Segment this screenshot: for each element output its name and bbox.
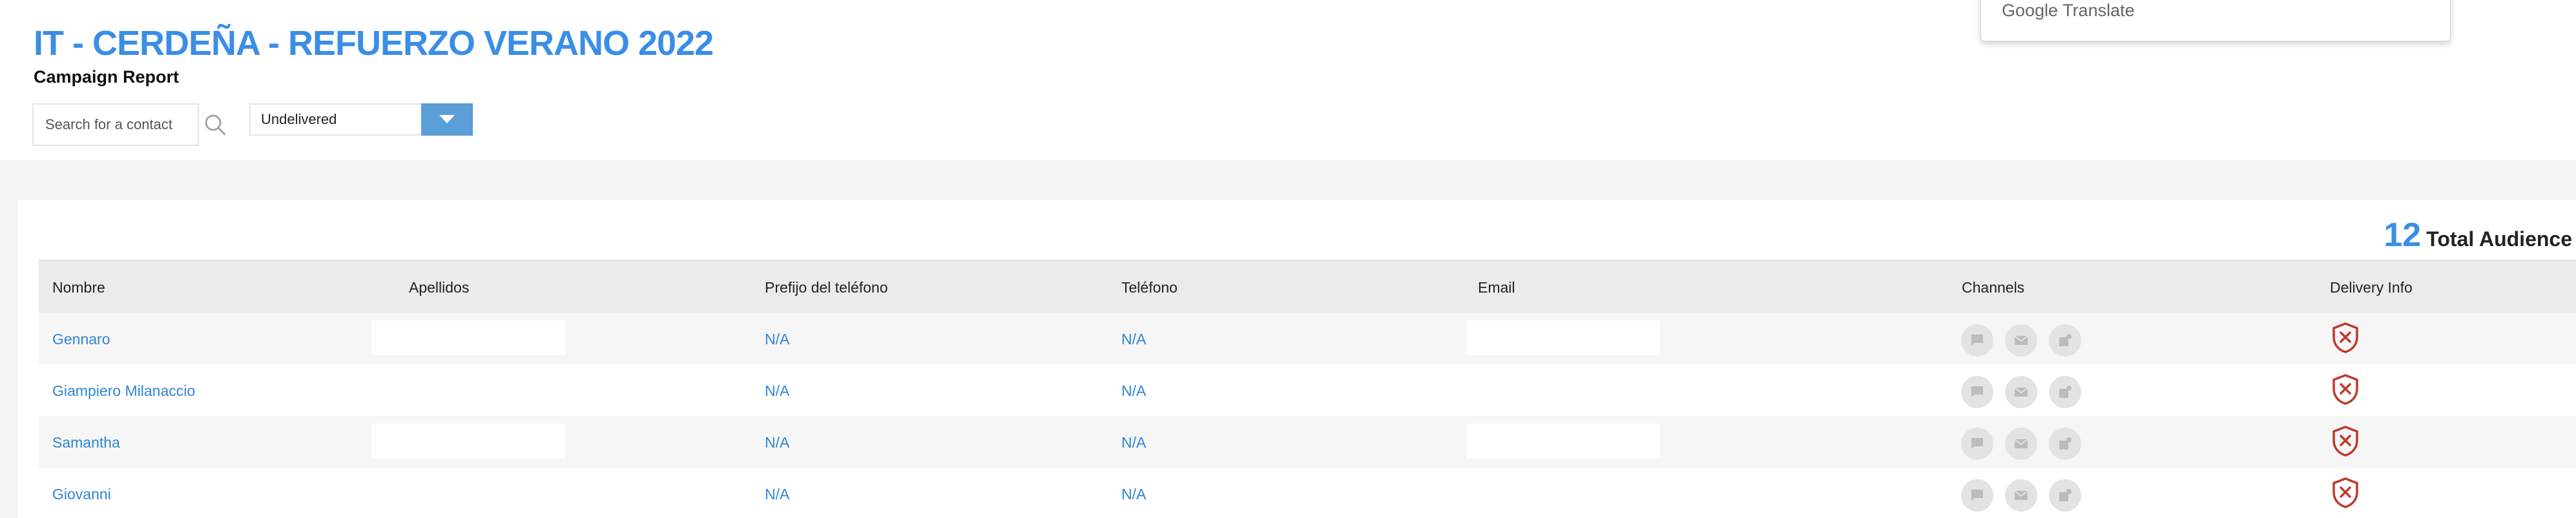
- google-translate-popup: Google Translate: [1980, 0, 2451, 41]
- column-header-email[interactable]: Email: [1478, 279, 1515, 296]
- delivery-failed-shield-icon[interactable]: [2331, 477, 2360, 509]
- contact-name-link[interactable]: Giampiero Milanaccio: [52, 382, 195, 400]
- phone-number: N/A: [1121, 382, 1147, 399]
- phone-number: N/A: [1121, 331, 1147, 347]
- content-area: 12 Total Audience Nombre Apellidos Prefij…: [0, 160, 2576, 518]
- phone-prefix: N/A: [765, 486, 790, 502]
- table-row: Samantha N/A N/A: [39, 416, 2576, 468]
- phone-number: N/A: [1121, 434, 1147, 451]
- phone-prefix: N/A: [765, 434, 790, 451]
- phone-prefix: N/A: [765, 331, 790, 347]
- delivery-failed-shield-icon[interactable]: [2331, 373, 2360, 406]
- status-filter-toggle[interactable]: [421, 103, 473, 136]
- column-header-nombre[interactable]: Nombre: [52, 279, 105, 296]
- table-row: Gennaro N/A N/A: [39, 313, 2576, 364]
- email-cell: [1466, 320, 1660, 355]
- apellidos-cell: [371, 424, 565, 459]
- contact-name-link[interactable]: Giovanni: [52, 486, 111, 503]
- email-cell: [1466, 424, 1660, 459]
- push-notification-icon: [2049, 428, 2081, 460]
- search-input[interactable]: [34, 105, 198, 145]
- column-header-telefono[interactable]: Teléfono: [1121, 279, 1178, 296]
- delivery-failed-shield-icon[interactable]: [2331, 425, 2360, 457]
- report-card: 12 Total Audience Nombre Apellidos Prefij…: [18, 200, 2576, 518]
- push-notification-icon: [2049, 479, 2081, 512]
- audience-label: Total Audience: [2426, 227, 2572, 251]
- column-header-apellidos[interactable]: Apellidos: [409, 279, 469, 296]
- delivery-failed-shield-icon[interactable]: [2331, 322, 2360, 354]
- push-notification-icon: [2049, 324, 2081, 357]
- column-header-prefijo[interactable]: Prefijo del teléfono: [765, 279, 888, 296]
- phone-prefix: N/A: [765, 382, 790, 399]
- chevron-down-icon: [439, 115, 455, 123]
- chat-icon: [1961, 324, 1993, 357]
- page-subtitle: Campaign Report: [34, 67, 180, 87]
- table-row: Giovanni N/A N/A: [39, 468, 2576, 518]
- table-row: Giampiero Milanaccio N/A N/A: [39, 364, 2576, 416]
- phone-number: N/A: [1121, 486, 1147, 502]
- email-icon: [2005, 376, 2037, 408]
- column-header-channels: Channels: [1962, 279, 2025, 296]
- google-translate-brand: Google Translate: [2002, 1, 2135, 20]
- chat-icon: [1961, 376, 1993, 408]
- contact-name-link[interactable]: Gennaro: [52, 331, 110, 348]
- page-title: IT - CERDEÑA - REFUERZO VERANO 2022: [34, 24, 714, 63]
- apellidos-cell: [371, 320, 565, 355]
- audience-count: 12: [2384, 216, 2422, 254]
- total-audience: 12 Total Audience: [2384, 216, 2572, 254]
- email-icon: [2005, 428, 2037, 460]
- search-box: [32, 103, 199, 146]
- chat-icon: [1961, 479, 1993, 512]
- contact-name-link[interactable]: Samantha: [52, 434, 120, 451]
- status-filter-select[interactable]: Undelivered: [249, 103, 422, 136]
- chat-icon: [1961, 428, 1993, 460]
- push-notification-icon: [2049, 376, 2081, 408]
- search-icon[interactable]: [204, 114, 226, 136]
- email-icon: [2005, 324, 2037, 357]
- table-header: Nombre Apellidos Prefijo del teléfono Te…: [39, 260, 2576, 313]
- column-header-delivery-info: Delivery Info: [2330, 279, 2413, 296]
- email-icon: [2005, 479, 2037, 512]
